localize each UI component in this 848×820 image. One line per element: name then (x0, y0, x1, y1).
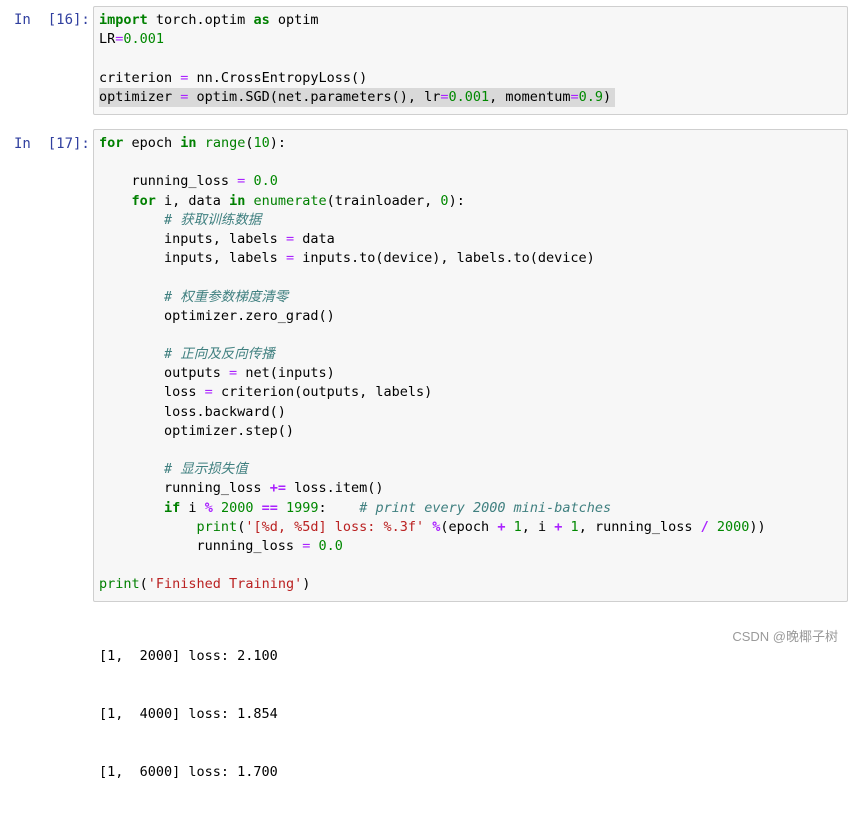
code-line: inputs, labels = inputs.to(device), labe… (99, 250, 595, 267)
code-comment: # 正向及反向传播 (164, 346, 275, 363)
output-line: [1, 4000] loss: 1.854 (99, 706, 278, 722)
code-line: print('[%d, %5d] loss: %.3f' %(epoch + 1… (196, 518, 766, 535)
code-line: for i, data in enumerate(trainloader, 0)… (131, 192, 465, 209)
code-input-area[interactable]: for epoch in range(10): running_loss = 0… (93, 129, 848, 602)
cell-output: [1, 2000] loss: 2.100 [1, 4000] loss: 1.… (99, 609, 278, 820)
code-token: as (253, 12, 270, 28)
code-line: running_loss = 0.0 (99, 173, 278, 190)
code-comment: # 权重参数梯度清零 (164, 288, 289, 305)
code-comment: # 显示损失值 (164, 461, 248, 478)
code-line: loss = criterion(outputs, labels) (99, 384, 433, 401)
watermark: CSDN @晚椰子树 (732, 629, 838, 644)
code-line: criterion = nn.CrossEntropyLoss() (99, 69, 368, 86)
code-line: LR=0.001 (99, 31, 165, 48)
code-editor[interactable]: import torch.optim as optim LR=0.001 crit… (94, 7, 847, 107)
output-line: [1, 6000] loss: 1.700 (99, 763, 278, 780)
code-token: import (99, 12, 148, 28)
code-line: inputs, labels = data (99, 230, 335, 247)
output-line: [1, 2000] loss: 2.100 (99, 648, 278, 665)
code-line: optimizer.step() (99, 422, 295, 439)
cell-prompt: In [17]: (14, 136, 90, 152)
code-editor[interactable]: for epoch in range(10): running_loss = 0… (94, 130, 847, 595)
code-line: import torch.optim as optim (99, 12, 319, 28)
code-line: optimizer.zero_grad() (99, 307, 335, 324)
code-line: if i % 2000 == 1999: # print every 2000 … (164, 499, 612, 516)
code-comment: # 获取训练数据 (164, 211, 262, 228)
cell-prompt: In [16]: (14, 12, 90, 28)
code-line: outputs = net(inputs) (99, 365, 335, 382)
code-line-selected: optimizer = optim.SGD(net.parameters(), … (99, 87, 616, 107)
code-line: running_loss += loss.item() (99, 480, 384, 497)
code-line: for epoch in range(10): (99, 135, 287, 151)
code-line: running_loss = 0.0 (99, 537, 343, 554)
code-input-area[interactable]: import torch.optim as optim LR=0.001 crit… (93, 6, 848, 115)
code-line: print('Finished Training') (99, 576, 311, 593)
code-line: loss.backward() (99, 403, 286, 420)
